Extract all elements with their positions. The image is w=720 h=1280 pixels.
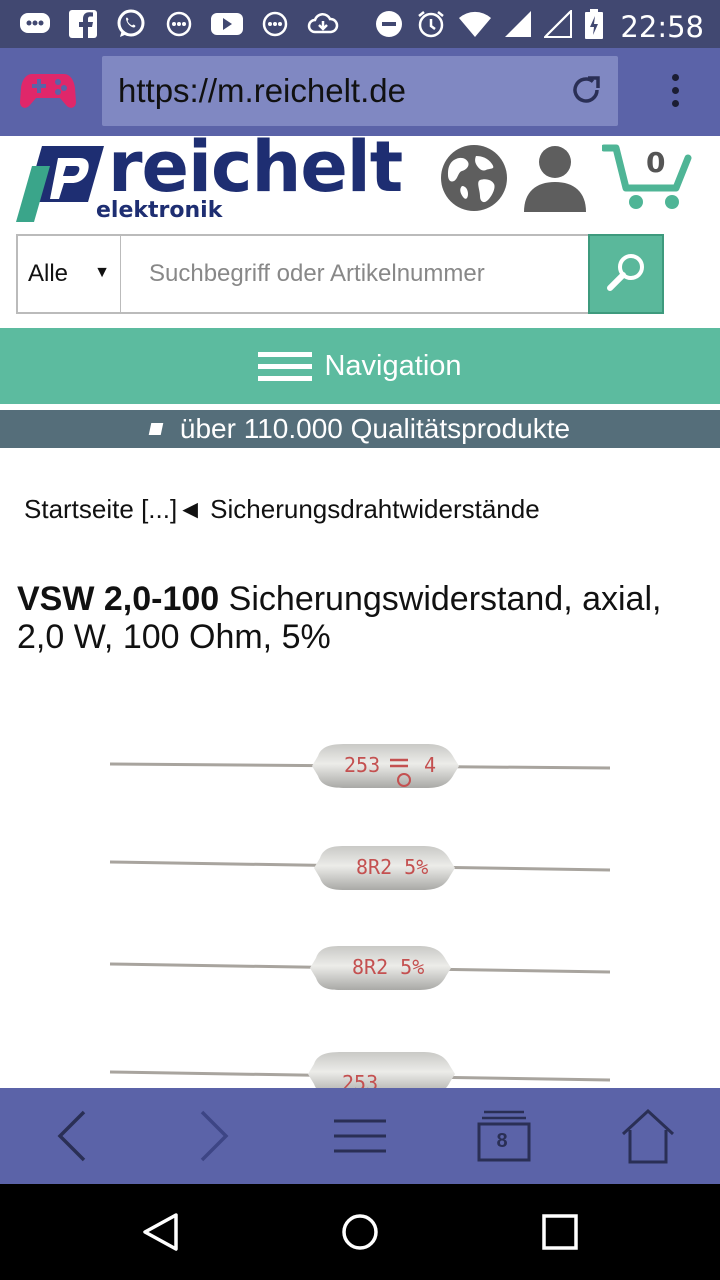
breadcrumb-current[interactable]: Sicherungsdrahtwiderstände bbox=[210, 494, 540, 524]
info-banner: über 110.000 Qualitätsprodukte bbox=[0, 410, 720, 448]
system-navigation-bar bbox=[0, 1184, 720, 1280]
alarm-icon bbox=[416, 9, 446, 44]
browser-toolbar: https://m.reichelt.de bbox=[0, 48, 720, 136]
page-title: VSW 2,0-100 Sicherungswiderstand, axial,… bbox=[17, 580, 697, 656]
resistor-label: 8R2 5% bbox=[356, 855, 428, 879]
search-placeholder[interactable]: Suchbegriff oder Artikelnummer bbox=[149, 260, 485, 288]
brand-name[interactable]: reichelt bbox=[108, 126, 403, 208]
reichelt-logo-icon[interactable] bbox=[14, 144, 106, 229]
navigation-button[interactable]: Navigation bbox=[0, 328, 720, 404]
navigation-label[interactable]: Navigation bbox=[324, 350, 461, 383]
product-image[interactable]: 253 4 8R2 5% 8R2 5% 253 bbox=[106, 730, 614, 1088]
home-icon[interactable] bbox=[620, 1108, 676, 1169]
resistor-1: 253 4 bbox=[109, 744, 611, 788]
resistor-4: 253 bbox=[109, 1052, 611, 1088]
breadcrumb-arrow-icon: ◄ bbox=[177, 494, 203, 524]
brand-subtitle: elektronik bbox=[96, 198, 223, 223]
resistor-label: 4 bbox=[424, 753, 436, 777]
resistor-2: 8R2 5% bbox=[109, 846, 611, 890]
category-select[interactable]: Alle ▼ bbox=[16, 234, 122, 314]
search-icon[interactable] bbox=[604, 250, 648, 299]
search-input[interactable]: Suchbegriff oder Artikelnummer bbox=[120, 234, 590, 314]
globe-icon[interactable] bbox=[440, 144, 508, 217]
search-button[interactable] bbox=[588, 234, 664, 314]
gamepad-icon[interactable] bbox=[20, 70, 76, 117]
system-icons: 22:58 bbox=[374, 8, 704, 45]
hamburger-menu-icon[interactable] bbox=[332, 1118, 388, 1159]
site-header: reichelt elektronik 0 bbox=[0, 126, 720, 229]
breadcrumb-home[interactable]: Startseite bbox=[24, 494, 134, 524]
facebook-icon bbox=[66, 8, 100, 40]
breadcrumb-ellipsis[interactable]: [...] bbox=[141, 494, 177, 524]
menu-icon[interactable] bbox=[672, 74, 680, 113]
more-icon bbox=[258, 8, 292, 40]
browser-bottom-bar: 8 bbox=[0, 1088, 720, 1184]
url-text[interactable]: https://m.reichelt.de bbox=[118, 72, 406, 110]
category-select-value[interactable]: Alle bbox=[28, 260, 68, 288]
notification-icons bbox=[18, 8, 340, 40]
system-recents-icon[interactable] bbox=[542, 1214, 578, 1255]
tab-count[interactable]: 8 bbox=[476, 1130, 528, 1153]
wifi-icon bbox=[458, 10, 492, 43]
back-icon[interactable] bbox=[54, 1106, 90, 1171]
breadcrumb: Startseite [...]◄ Sicherungsdrahtwiderst… bbox=[24, 494, 540, 525]
battery-icon bbox=[584, 8, 604, 45]
dropdown-arrow-icon[interactable]: ▼ bbox=[94, 264, 110, 282]
resistor-label: 8R2 5% bbox=[352, 955, 424, 979]
search-bar: Alle ▼ Suchbegriff oder Artikelnummer bbox=[16, 234, 664, 314]
reload-icon[interactable] bbox=[568, 72, 604, 113]
chat-icon bbox=[18, 8, 52, 40]
signal-icon bbox=[504, 10, 532, 43]
forward-icon[interactable] bbox=[196, 1106, 232, 1171]
whatsapp-icon bbox=[114, 8, 148, 40]
resistor-label: 253 bbox=[342, 1071, 378, 1088]
resistor-label: 253 bbox=[344, 753, 380, 777]
youtube-icon bbox=[210, 8, 244, 40]
user-icon[interactable] bbox=[522, 144, 588, 217]
system-home-icon[interactable] bbox=[340, 1212, 380, 1257]
clock: 22:58 bbox=[620, 9, 704, 44]
product-article-number: VSW 2,0-100 bbox=[17, 580, 220, 618]
banner-text: über 110.000 Qualitätsprodukte bbox=[179, 413, 571, 444]
bullet-icon bbox=[148, 423, 164, 435]
hamburger-icon[interactable] bbox=[258, 345, 313, 388]
address-bar[interactable]: https://m.reichelt.de bbox=[102, 56, 618, 126]
dnd-icon bbox=[374, 9, 404, 44]
system-back-icon[interactable] bbox=[140, 1212, 180, 1257]
more-icon bbox=[162, 8, 196, 40]
resistor-3: 8R2 5% bbox=[109, 946, 611, 990]
signal-icon bbox=[543, 8, 573, 43]
status-bar: 22:58 bbox=[0, 0, 720, 48]
tabs-button[interactable]: 8 bbox=[476, 1108, 532, 1164]
cloud-icon bbox=[306, 8, 340, 40]
cart-count[interactable]: 0 bbox=[646, 146, 665, 179]
